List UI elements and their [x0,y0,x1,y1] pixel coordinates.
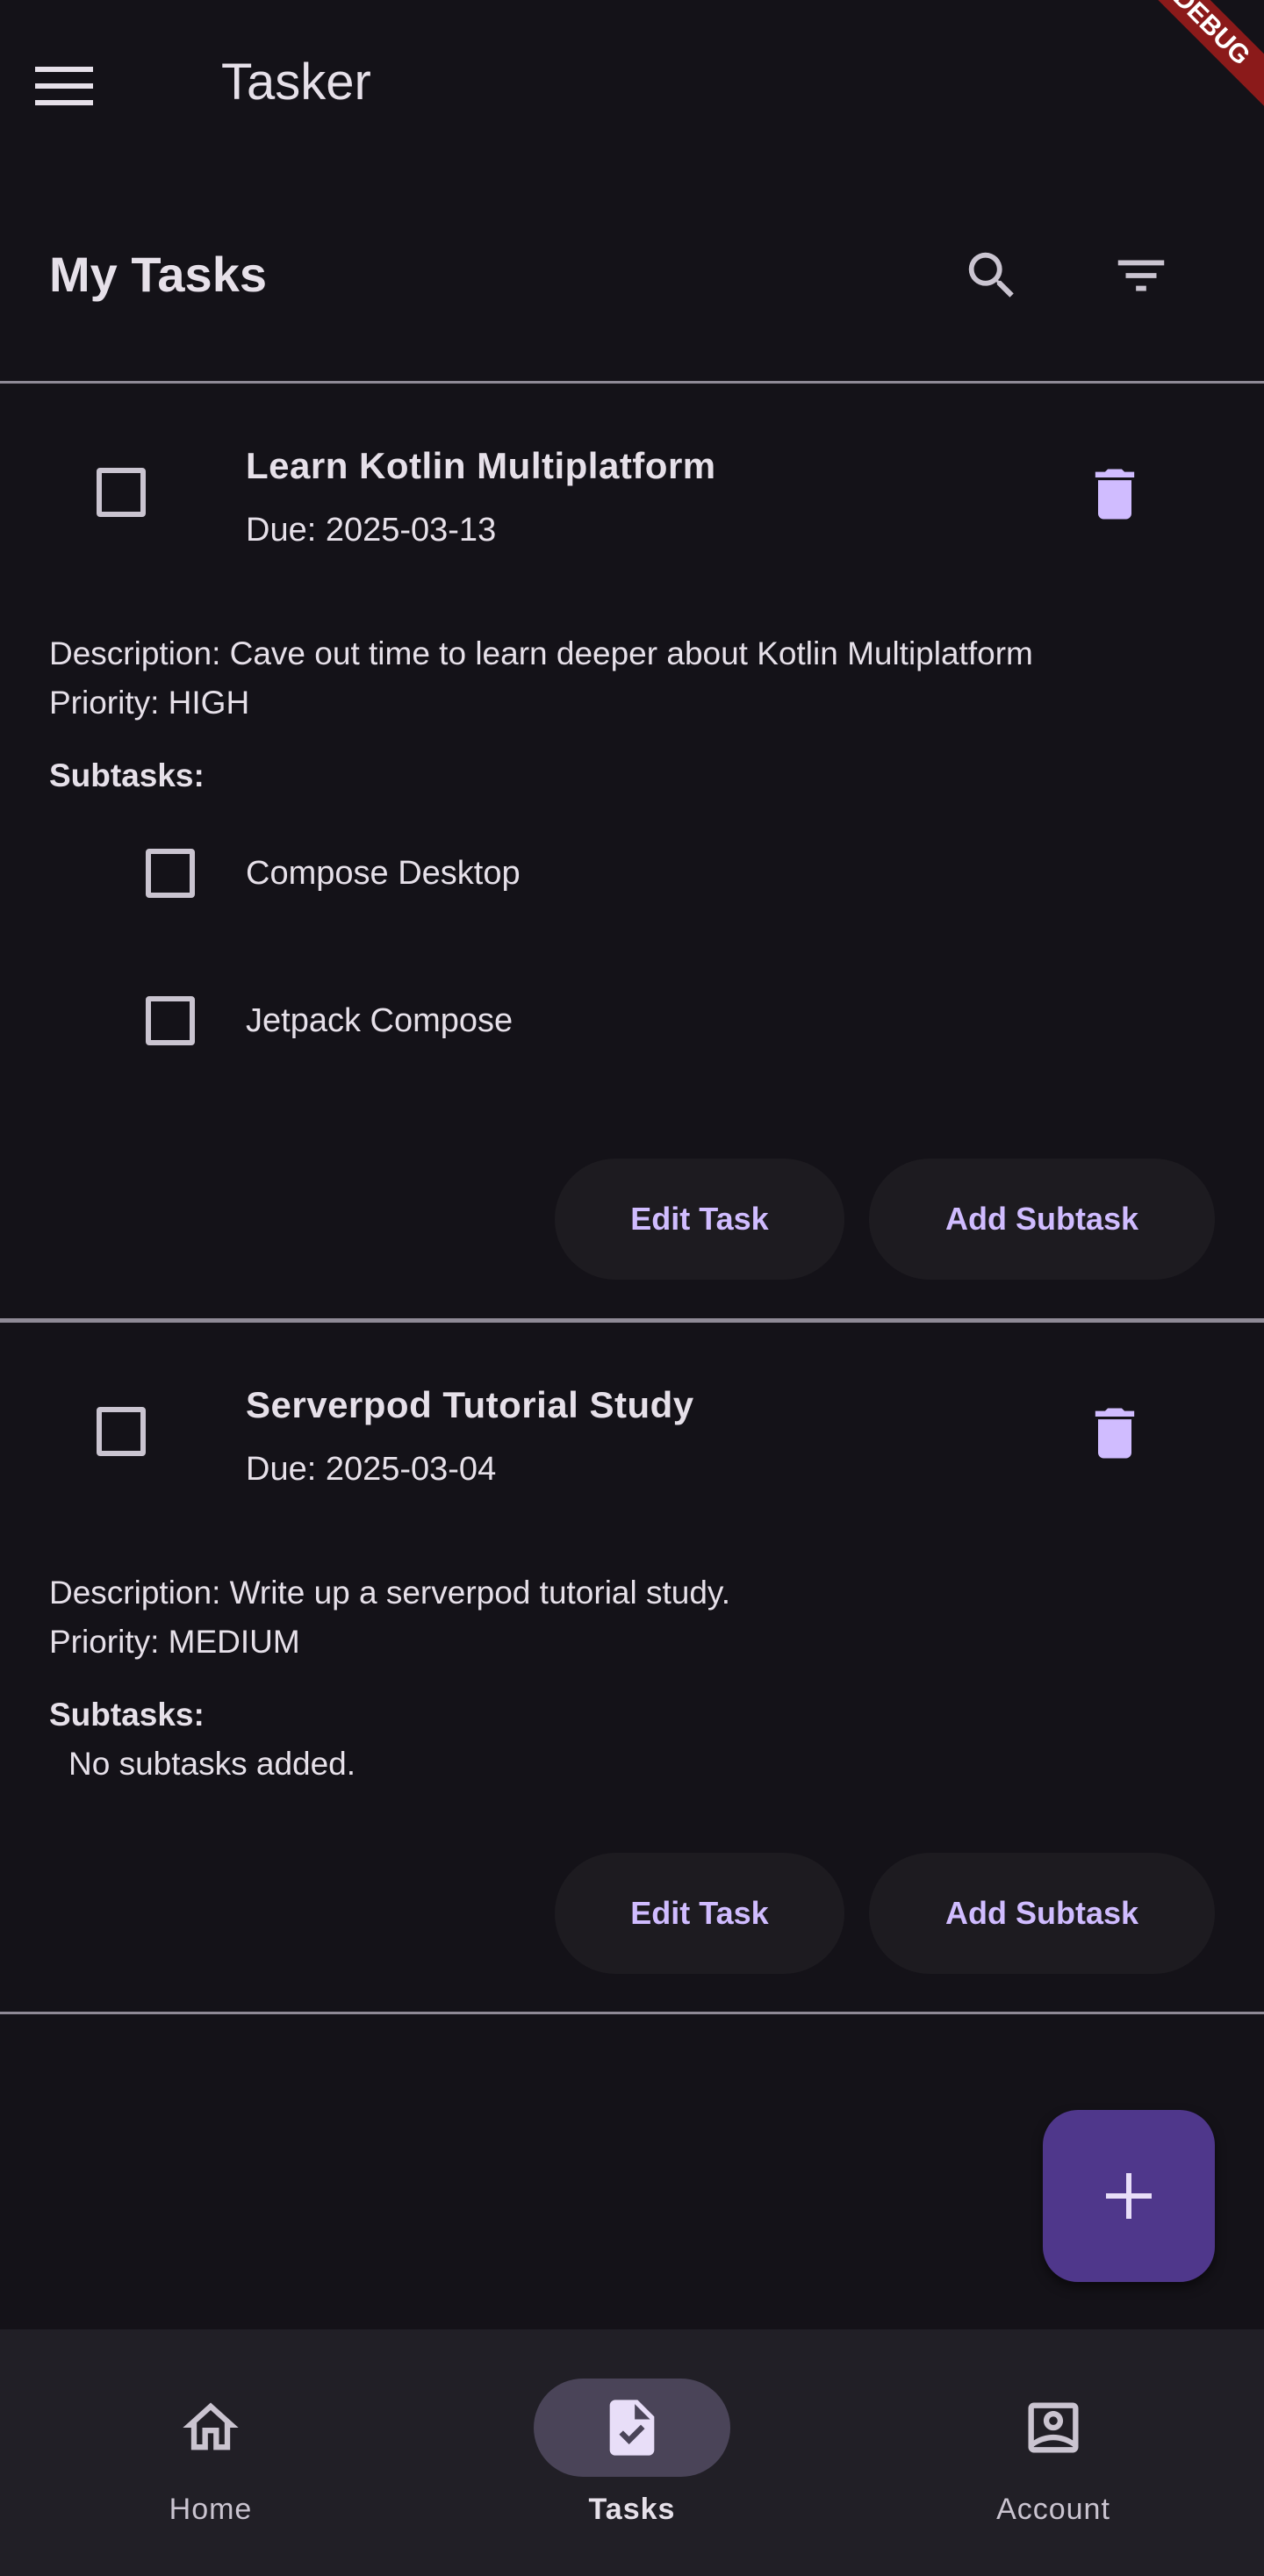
task-description: Description: Write up a serverpod tutori… [49,1575,730,1611]
debug-banner: DEBUG [1117,0,1264,121]
task-due-date: Due: 2025-03-13 [246,512,497,549]
task-icon [597,2393,667,2463]
task-checkbox[interactable] [97,1407,146,1456]
add-subtask-button[interactable]: Add Subtask [869,1853,1215,1974]
task-description: Description: Cave out time to learn deep… [49,635,1033,671]
menu-button[interactable] [35,46,137,126]
edit-task-button[interactable]: Edit Task [555,1159,844,1280]
filter-icon [1117,260,1165,291]
subtask-label: Compose Desktop [246,855,521,892]
subtask-checkbox[interactable] [146,849,195,898]
divider [0,2012,1264,2014]
page-title: My Tasks [49,247,267,302]
nav-label-account: Account [996,2493,1110,2526]
task-priority: Priority: HIGH [49,685,250,721]
account-icon [1018,2393,1088,2463]
nav-label-home: Home [169,2493,253,2526]
search-button[interactable] [950,233,1034,318]
add-subtask-button[interactable]: Add Subtask [869,1159,1215,1280]
home-icon [176,2393,246,2463]
subtasks-label: Subtasks: [49,1697,205,1733]
task-title: Learn Kotlin Multiplatform [246,445,716,486]
subtasks-label: Subtasks: [49,757,205,793]
trash-icon [1095,1408,1135,1459]
nav-label-tasks: Tasks [588,2493,676,2526]
menu-icon [35,67,93,105]
bottom-navigation: Home Tasks Account [0,2329,1264,2576]
subtask-checkbox[interactable] [146,996,195,1045]
add-task-fab[interactable] [1043,2110,1215,2282]
task-card: Learn Kotlin Multiplatform Due: 2025-03-… [0,384,1264,1318]
nav-item-tasks[interactable]: Tasks [500,2329,764,2576]
no-subtasks-message: No subtasks added. [68,1746,356,1782]
delete-task-button[interactable] [1080,1398,1150,1468]
page-header: My Tasks [0,211,1264,377]
task-due-date: Due: 2025-03-04 [246,1451,497,1488]
search-icon [968,252,1014,298]
trash-icon [1095,469,1135,520]
filter-button[interactable] [1099,233,1183,318]
delete-task-button[interactable] [1080,459,1150,529]
app-title: Tasker [221,54,371,111]
task-title: Serverpod Tutorial Study [246,1384,694,1425]
edit-task-button[interactable]: Edit Task [555,1853,844,1974]
subtask-label: Jetpack Compose [246,1002,514,1039]
app-bar: Tasker DEBUG [0,0,1264,172]
plus-icon [1106,2173,1152,2219]
task-checkbox[interactable] [97,468,146,517]
task-priority: Priority: MEDIUM [49,1624,300,1660]
nav-item-account[interactable]: Account [922,2329,1185,2576]
task-card: Serverpod Tutorial Study Due: 2025-03-04… [0,1323,1264,2013]
nav-item-home[interactable]: Home [79,2329,342,2576]
